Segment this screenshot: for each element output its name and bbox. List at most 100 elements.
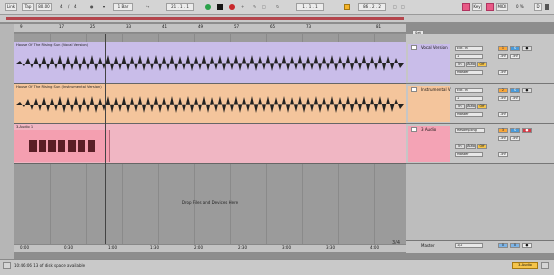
clip-vocal-version[interactable]: House Of The Rising Sun (Vocal Version) bbox=[14, 42, 406, 84]
send-a[interactable]: -inf bbox=[498, 136, 508, 141]
midi-map-button[interactable]: MIDI bbox=[496, 3, 508, 11]
midi-map-icon[interactable] bbox=[486, 3, 494, 11]
track-name[interactable]: Vocal Version bbox=[421, 45, 448, 50]
drop-hint: Drop Files and Devices Here bbox=[181, 200, 239, 205]
bar-number: 17 bbox=[59, 24, 65, 29]
send-a[interactable]: -inf bbox=[498, 54, 508, 59]
bar-number: 49 bbox=[198, 24, 204, 29]
link-button[interactable]: Link bbox=[5, 3, 17, 11]
master-name[interactable]: Master bbox=[421, 243, 435, 248]
track-number[interactable]: 3 bbox=[498, 128, 508, 133]
play-icon[interactable] bbox=[205, 4, 211, 10]
input-type-select[interactable]: Ext. In bbox=[455, 46, 483, 51]
time-tick: 1:30 bbox=[150, 245, 159, 250]
master-volume[interactable]: 0 bbox=[498, 243, 508, 248]
bar-number: 65 bbox=[270, 24, 276, 29]
loop-switch-icon[interactable] bbox=[344, 4, 350, 10]
time-sig-numerator[interactable]: 4 bbox=[60, 3, 63, 11]
volume-field[interactable]: -inf bbox=[498, 112, 508, 117]
master-output-select[interactable]: 1/2 bbox=[455, 243, 483, 248]
time-sig-denominator[interactable]: 4 bbox=[74, 3, 77, 11]
solo-button[interactable]: S bbox=[510, 88, 520, 93]
track-activator-icon[interactable] bbox=[411, 45, 417, 50]
key-map-icon[interactable] bbox=[462, 3, 470, 11]
time-tick: 3:00 bbox=[282, 245, 291, 250]
track-number[interactable]: 2 bbox=[498, 88, 508, 93]
monitor-off[interactable]: Off bbox=[477, 104, 487, 109]
track-number[interactable]: 1 bbox=[498, 46, 508, 51]
punch-icon[interactable]: ↻ bbox=[276, 3, 279, 11]
arrangement-position[interactable]: 21 . 1 . 1 bbox=[166, 3, 194, 11]
input-type-select[interactable]: Resampling bbox=[455, 128, 485, 133]
send-b[interactable]: -inf bbox=[510, 96, 520, 101]
bar-number: 57 bbox=[234, 24, 240, 29]
master-number[interactable]: 0 bbox=[510, 243, 520, 248]
stop-icon[interactable] bbox=[217, 4, 223, 10]
track-name[interactable]: 3 Audio bbox=[421, 127, 436, 132]
arm-button-armed[interactable]: ● bbox=[522, 128, 532, 133]
arm-button[interactable]: ● bbox=[522, 46, 532, 51]
track-activator-icon[interactable] bbox=[411, 127, 417, 132]
track-lane-3-audio[interactable]: 3-Audio 1 bbox=[14, 124, 406, 164]
punch-in-icon[interactable]: □ bbox=[393, 3, 397, 11]
send-a[interactable]: -inf bbox=[498, 96, 508, 101]
time-tick: 1:00 bbox=[108, 245, 117, 250]
monitor-off[interactable]: Off bbox=[477, 62, 487, 67]
quantize-menu[interactable]: 1 Bar bbox=[113, 3, 133, 11]
audio-clip-3[interactable] bbox=[14, 130, 110, 162]
automation-arm-icon[interactable]: □ bbox=[262, 3, 266, 11]
bar-number: 9 bbox=[20, 24, 23, 29]
monitor-off[interactable]: Off bbox=[477, 144, 487, 149]
loop-length-field[interactable]: 86 . 2 . 2 bbox=[358, 3, 386, 11]
bar-number: 33 bbox=[126, 24, 132, 29]
beat-ruler[interactable] bbox=[14, 24, 406, 33]
monitor-auto[interactable]: Auto bbox=[466, 144, 476, 149]
track-activator-icon[interactable] bbox=[411, 87, 417, 92]
solo-button[interactable]: S bbox=[510, 128, 520, 133]
time-tick: 2:30 bbox=[238, 245, 247, 250]
bar-number: 41 bbox=[162, 24, 168, 29]
volume-field[interactable]: -inf bbox=[498, 152, 508, 157]
waveform bbox=[16, 55, 404, 71]
input-channel-select[interactable]: 1 bbox=[455, 96, 483, 101]
monitor-in[interactable]: In bbox=[455, 104, 465, 109]
draw-mode-icon[interactable]: ✎ bbox=[253, 3, 256, 11]
metronome-icon[interactable]: ● bbox=[90, 3, 94, 11]
send-b[interactable]: -inf bbox=[510, 54, 520, 59]
monitor-auto[interactable]: Auto bbox=[466, 104, 476, 109]
input-type-select[interactable]: Ext. In bbox=[455, 88, 483, 93]
time-tick: 0:00 bbox=[20, 245, 29, 250]
send-b[interactable]: -inf bbox=[510, 136, 520, 141]
output-select[interactable]: Master bbox=[455, 112, 483, 117]
monitor-in[interactable]: In bbox=[455, 62, 465, 67]
arm-button[interactable]: ● bbox=[522, 88, 532, 93]
monitor-auto[interactable]: Auto bbox=[466, 62, 476, 67]
metronome-options-icon[interactable]: ▾ bbox=[100, 3, 108, 11]
output-select[interactable]: Master bbox=[455, 152, 483, 157]
solo-button[interactable]: S bbox=[510, 46, 520, 51]
follow-icon[interactable]: ↪ bbox=[146, 3, 149, 11]
record-icon[interactable] bbox=[229, 4, 235, 10]
tap-button[interactable]: Tap bbox=[22, 3, 34, 11]
master-cue[interactable]: ● bbox=[522, 243, 532, 248]
overdub-icon[interactable]: + bbox=[241, 3, 244, 11]
output-select[interactable]: Master bbox=[455, 70, 483, 75]
input-channel-select[interactable]: 1 bbox=[455, 54, 483, 59]
overview-range[interactable] bbox=[6, 17, 404, 20]
bar-number: 25 bbox=[90, 24, 96, 29]
waveform bbox=[29, 140, 95, 152]
info-view-toggle-icon[interactable] bbox=[3, 262, 11, 269]
loop-start-field[interactable]: 1 . 1 . 1 bbox=[296, 3, 324, 11]
time-tick: 4:00 bbox=[370, 245, 379, 250]
clip-instrumental-version[interactable]: House Of The Rising Sun (Instrumental Ve… bbox=[14, 84, 406, 124]
detail-view-toggle-icon[interactable] bbox=[541, 262, 549, 269]
track-name[interactable]: Instrumental V bbox=[421, 87, 451, 92]
time-sig-slash: / bbox=[68, 4, 70, 9]
volume-field[interactable]: -inf bbox=[498, 70, 508, 75]
punch-out-icon[interactable]: □ bbox=[401, 3, 405, 11]
detail-view-label[interactable]: 3-Audio bbox=[512, 262, 538, 269]
monitor-in[interactable]: In bbox=[455, 144, 465, 149]
tempo-field[interactable]: 80.00 bbox=[36, 3, 52, 11]
disk-overload-indicator: D bbox=[534, 3, 542, 11]
key-map-button[interactable]: Key bbox=[472, 3, 482, 11]
